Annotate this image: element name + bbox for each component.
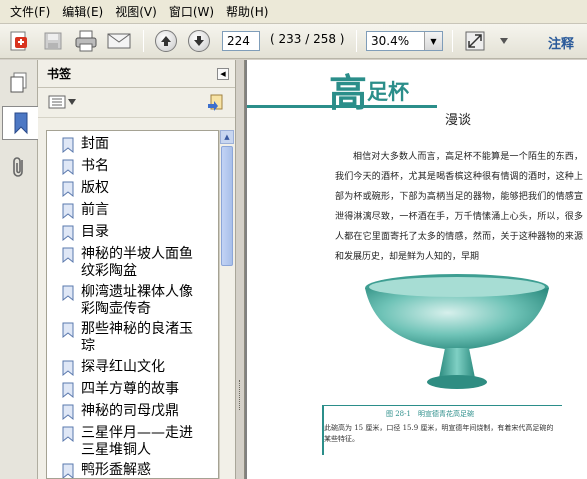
- email-icon[interactable]: [106, 28, 132, 54]
- list-item[interactable]: 三星伴月——走进三星堆铜人: [61, 425, 206, 459]
- fit-page-icon[interactable]: [462, 28, 488, 54]
- chevron-down-icon[interactable]: ▼: [424, 32, 442, 50]
- bookmarks-scrollbar[interactable]: ▲: [219, 130, 234, 479]
- bookmark-icon: [62, 225, 74, 241]
- bookmark-label: 神秘的司母戊鼎: [81, 403, 179, 419]
- bookmarks-list: 封面 书名 版权 前言 目录 神秘的半坡人面鱼纹彩陶盆 柳湾遗址裸体人像彩陶壶传…: [46, 130, 219, 479]
- list-item[interactable]: 版权: [61, 180, 206, 197]
- bookmark-icon: [62, 137, 74, 153]
- previous-page-button[interactable]: [153, 28, 179, 54]
- pages-icon[interactable]: [2, 66, 36, 100]
- document-area[interactable]: 高 足杯 漫谈 相信对大多数人而言，高足杯不能算是一个陌生的东西，我们今天的酒杯…: [245, 60, 587, 479]
- scrollbar-thumb[interactable]: [221, 146, 233, 266]
- arrow-up-icon: [155, 30, 177, 52]
- menu-bar: 文件(F) 编辑(E) 视图(V) 窗口(W) 帮助(H): [0, 0, 587, 24]
- scroll-up-icon[interactable]: ▲: [220, 130, 234, 144]
- page-count: ( 233 / 258 ): [270, 32, 345, 46]
- list-item[interactable]: 目录: [61, 224, 206, 241]
- bookmark-label: 四羊方尊的故事: [81, 381, 179, 397]
- figure-caption: 图 28-1 明宣德青花高足碗 此碗高为 15 厘米，口径 15.9 厘米，明宣…: [322, 405, 562, 455]
- bookmarks-tab-icon[interactable]: [2, 106, 39, 140]
- list-item[interactable]: 四羊方尊的故事: [61, 381, 206, 398]
- annotations-button[interactable]: 注释: [548, 33, 574, 52]
- bookmark-icon: [62, 247, 74, 263]
- bookmark-icon: [62, 322, 74, 338]
- bookmark-label: 版权: [81, 180, 109, 196]
- bookmark-icon: [62, 181, 74, 197]
- caption-text: 此碗高为 15 厘米，口径 15.9 厘米，明宣德年间烧制，有着宋代高足碗的某些…: [324, 424, 554, 443]
- zoom-select[interactable]: 30.4% ▼: [366, 31, 443, 51]
- bookmarks-toolbar: [38, 88, 235, 118]
- list-item[interactable]: 探寻红山文化: [61, 359, 206, 376]
- list-item[interactable]: 封面: [61, 136, 206, 153]
- bookmark-label: 书名: [81, 158, 109, 174]
- list-item[interactable]: 鸭形盉解惑: [61, 462, 206, 478]
- menu-help[interactable]: 帮助(H): [220, 0, 274, 24]
- menu-window[interactable]: 窗口(W): [163, 0, 220, 24]
- arrow-down-icon: [188, 30, 210, 52]
- create-pdf-icon[interactable]: [6, 28, 32, 54]
- list-item[interactable]: 柳湾遗址裸体人像彩陶壶传奇: [61, 284, 206, 318]
- bookmark-label: 鸭形盉解惑: [81, 462, 151, 478]
- expand-bookmark-icon[interactable]: [206, 94, 224, 115]
- bookmark-label: 探寻红山文化: [81, 359, 165, 375]
- chapter-subtitle: 漫谈: [445, 113, 472, 128]
- panel-splitter[interactable]: [235, 60, 245, 479]
- page-number-input[interactable]: 224: [222, 31, 260, 51]
- list-item[interactable]: 神秘的司母戊鼎: [61, 403, 206, 420]
- bookmark-label: 那些神秘的良渚玉琮: [81, 321, 193, 354]
- navigation-pane-strip: [0, 60, 39, 479]
- bookmark-label: 封面: [81, 136, 109, 152]
- body-paragraph: 相信对大多数人而言，高足杯不能算是一个陌生的东西，我们今天的酒杯，尤其是喝香槟这…: [335, 152, 583, 262]
- splitter-grip[interactable]: [239, 380, 242, 410]
- list-item[interactable]: 那些神秘的良渚玉琮: [61, 321, 206, 355]
- options-icon: [48, 95, 66, 109]
- bookmark-icon: [62, 404, 74, 420]
- save-icon[interactable]: [40, 28, 66, 54]
- document-page: 高 足杯 漫谈 相信对大多数人而言，高足杯不能算是一个陌生的东西，我们今天的酒杯…: [247, 60, 587, 479]
- bookmark-icon: [62, 285, 74, 301]
- menu-file[interactable]: 文件(F): [4, 0, 56, 24]
- bookmark-icon: [62, 360, 74, 376]
- bookmark-label: 神秘的半坡人面鱼纹彩陶盆: [81, 246, 193, 279]
- bookmark-label: 前言: [81, 202, 109, 218]
- menu-edit[interactable]: 编辑(E): [56, 0, 109, 24]
- bookmark-label: 目录: [81, 224, 109, 240]
- bookmark-icon: [62, 463, 74, 478]
- attachments-icon[interactable]: [2, 150, 36, 184]
- toolbar: 224 ( 233 / 258 ) 30.4% ▼ 注释: [0, 24, 587, 59]
- chevron-down-icon: [68, 99, 76, 105]
- bookmarks-panel: 书签 ◀ 封面 书名 版权 前言 目录 神秘的半坡人面鱼纹彩陶盆 柳湾遗址裸体人…: [38, 60, 235, 479]
- print-icon[interactable]: [73, 28, 99, 54]
- chapter-title: 足杯: [367, 79, 409, 104]
- zoom-value: 30.4%: [371, 34, 410, 48]
- bookmarks-title: 书签: [47, 67, 72, 81]
- bookmark-label: 柳湾遗址裸体人像彩陶壶传奇: [81, 284, 193, 317]
- chapter-title-char: 高: [329, 70, 368, 115]
- menu-view[interactable]: 视图(V): [109, 0, 163, 24]
- bookmarks-header: 书签: [38, 60, 235, 88]
- caption-title: 图 28-1 明宣德青花高足碗: [386, 410, 474, 418]
- list-item[interactable]: 前言: [61, 202, 206, 219]
- bookmark-icon: [62, 426, 74, 442]
- list-item[interactable]: 神秘的半坡人面鱼纹彩陶盆: [61, 246, 206, 280]
- toolbar-options-icon[interactable]: [496, 28, 512, 54]
- list-item[interactable]: 书名: [61, 158, 206, 175]
- collapse-panel-icon[interactable]: ◀: [217, 68, 229, 80]
- next-page-button[interactable]: [186, 28, 212, 54]
- bookmark-label: 三星伴月——走进三星堆铜人: [81, 425, 193, 458]
- bookmark-icon: [62, 159, 74, 175]
- celadon-stem-bowl-image: [365, 274, 549, 389]
- bookmark-options-button[interactable]: [48, 95, 76, 109]
- bookmark-icon: [62, 203, 74, 219]
- bookmark-icon: [62, 382, 74, 398]
